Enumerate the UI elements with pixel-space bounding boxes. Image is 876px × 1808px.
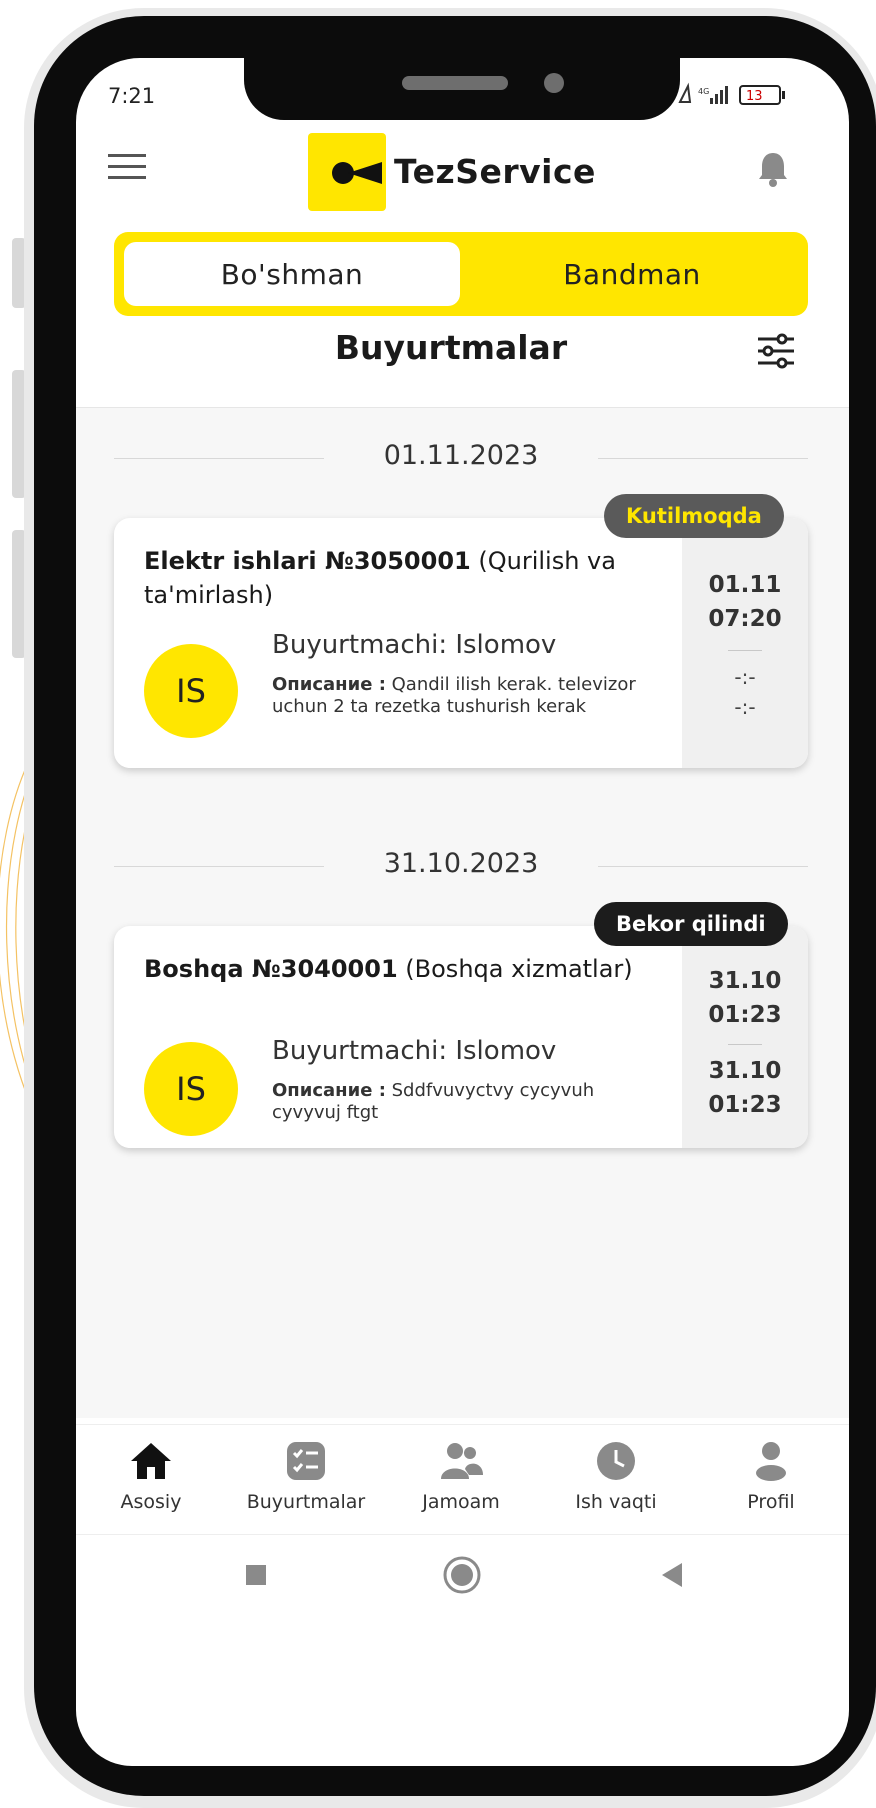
profile-icon: [756, 1442, 786, 1481]
hamburger-menu-icon[interactable]: [108, 152, 146, 182]
order-title-main: Elektr ishlari №3050001: [144, 547, 471, 575]
system-navigation-bar: [76, 1534, 849, 1625]
end-time: -:-: [734, 695, 756, 719]
separator-line: [114, 458, 324, 459]
end-time: 01:23: [708, 1092, 782, 1118]
start-datetime: 01.11 07:20: [682, 568, 808, 636]
nav-orders[interactable]: Buyurtmalar: [231, 1425, 381, 1535]
nav-home[interactable]: Asosiy: [76, 1425, 226, 1535]
orders-list-icon: [287, 1442, 325, 1480]
status-badge: Bekor qilindi: [594, 902, 788, 946]
nav-work-time[interactable]: Ish vaqti: [541, 1425, 691, 1535]
nav-profile[interactable]: Profil: [696, 1425, 846, 1535]
logo-mark-icon: [332, 162, 382, 184]
end-datetime: -:- -:-: [682, 662, 808, 722]
customer-name: Buyurtmachi: Islomov: [272, 630, 557, 660]
team-icon: [441, 1443, 483, 1479]
order-title-main: Boshqa №3040001: [144, 955, 398, 983]
recent-apps-icon[interactable]: [236, 1555, 276, 1595]
status-icons: 4G 13: [678, 82, 785, 105]
start-time: 07:20: [708, 606, 782, 632]
nav-label: Asosiy: [120, 1491, 182, 1513]
nav-label: Jamoam: [422, 1491, 500, 1513]
end-date: 31.10: [708, 1058, 782, 1084]
status-badge: Kutilmoqda: [604, 494, 784, 538]
start-datetime: 31.10 01:23: [682, 964, 808, 1032]
customer-avatar: IS: [144, 644, 238, 738]
segment-free[interactable]: Bo'shman: [124, 242, 460, 306]
filter-sliders-icon[interactable]: [756, 333, 796, 369]
separator-line: [598, 866, 808, 867]
order-time-panel: [682, 518, 808, 768]
separator-line: [114, 866, 324, 867]
app-screen: 7:21 4G 13 TezService Bo'shman Bandman B…: [76, 58, 849, 1766]
order-title: Elektr ishlari №3050001 (Qurilish va ta'…: [144, 544, 664, 612]
customer-avatar: IS: [144, 1042, 238, 1136]
bottom-navigation: Asosiy Buyurtmalar Jamoam Ish vaqti Prof…: [76, 1424, 849, 1535]
end-datetime: 31.10 01:23: [682, 1054, 808, 1122]
segment-busy[interactable]: Bandman: [464, 242, 800, 306]
page-title: Buyurtmalar: [334, 328, 568, 367]
start-date: 31.10: [708, 968, 782, 994]
start-date: 01.11: [708, 572, 782, 598]
camera-notch: [244, 58, 680, 120]
group-date: 31.10.2023: [383, 848, 539, 879]
end-date: -:-: [734, 665, 756, 689]
description-label: Описание :: [272, 674, 386, 695]
notification-bell-icon[interactable]: [756, 150, 790, 188]
back-icon[interactable]: [652, 1555, 692, 1595]
date-separator: 31.10.2023: [114, 846, 808, 886]
order-card[interactable]: Boshqa №3040001 (Boshqa xizmatlar) IS Bu…: [114, 926, 808, 1148]
nav-team[interactable]: Jamoam: [386, 1425, 536, 1535]
time-separator: [728, 1044, 762, 1045]
home-button-icon[interactable]: [442, 1555, 482, 1595]
group-date: 01.11.2023: [383, 440, 539, 471]
time-separator: [728, 650, 762, 651]
nav-label: Buyurtmalar: [246, 1491, 366, 1513]
customer-name: Buyurtmachi: Islomov: [272, 1036, 557, 1066]
availability-toggle: Bo'shman Bandman: [114, 232, 808, 316]
svg-text:4G: 4G: [698, 87, 709, 96]
order-description: Описание : Qandil ilish kerak. televizor…: [272, 674, 652, 718]
status-time: 7:21: [108, 84, 156, 108]
date-separator: 01.11.2023: [114, 438, 808, 478]
description-label: Описание :: [272, 1080, 386, 1101]
nav-label: Ish vaqti: [575, 1491, 657, 1513]
home-icon: [131, 1443, 171, 1479]
clock-icon: [597, 1442, 635, 1480]
order-title: Boshqa №3040001 (Boshqa xizmatlar): [144, 952, 664, 986]
speaker-grille: [402, 76, 508, 90]
battery-level: 13: [746, 89, 763, 104]
separator-line: [598, 458, 808, 459]
start-time: 01:23: [708, 1002, 782, 1028]
order-card[interactable]: Elektr ishlari №3050001 (Qurilish va ta'…: [114, 518, 808, 768]
front-camera: [544, 73, 564, 93]
order-category: (Boshqa xizmatlar): [405, 955, 633, 983]
nav-label: Profil: [747, 1491, 795, 1513]
order-description: Описание : Sddfvuvyctvy cycyvuh cyvyvuj …: [272, 1080, 652, 1124]
brand-name: TezService: [394, 152, 596, 191]
